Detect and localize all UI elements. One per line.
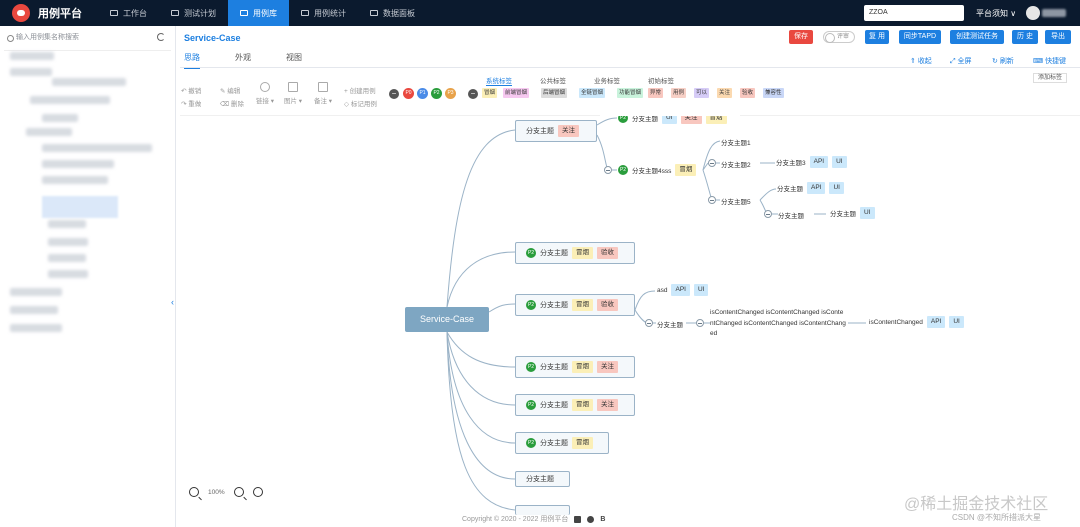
watermark: @稀土掘金技术社区 — [904, 496, 1049, 513]
node-label: 分支主题3 — [776, 160, 806, 167]
tag-accept: 验收 — [597, 247, 618, 259]
node-label: 分支主题 — [540, 440, 568, 447]
bilibili-icon[interactable]: B — [600, 516, 605, 523]
tag-ui: UI — [860, 207, 875, 219]
tag-smoke: 冒烟 — [572, 247, 593, 259]
connector — [446, 331, 516, 480]
zoom-out-icon[interactable] — [233, 487, 244, 497]
connector — [446, 251, 516, 308]
tag-api: API — [926, 316, 946, 328]
mindmap-node[interactable]: 分支主题 — [778, 210, 804, 220]
priority-p2-icon: P2 — [526, 362, 536, 372]
tag-smoke: 冒烟 — [572, 299, 593, 311]
node-label: 分支主题 — [526, 476, 554, 483]
home-icon[interactable] — [574, 515, 582, 523]
mindmap-node[interactable]: P2 分支主题 冒烟 验收 — [515, 242, 635, 264]
node-label: asd — [657, 286, 668, 294]
mindmap-node[interactable]: 分支主题3 API UI — [776, 156, 847, 168]
tag-smoke: 冒烟 — [675, 164, 697, 176]
node-label: 分支主题 — [830, 211, 856, 218]
mindmap-node[interactable]: 分支主题 — [515, 471, 570, 487]
mindmap-node[interactable]: 分支主题2 — [721, 159, 751, 169]
mindmap-node[interactable]: isContentChanged API UI — [869, 316, 964, 328]
tag-ui: UI — [832, 156, 847, 168]
tag-focus: 关注 — [597, 399, 618, 411]
mindmap-root-node[interactable]: Service-Case — [405, 307, 489, 332]
mindmap-node[interactable]: P2 分支主题 冒烟 验收 — [515, 294, 635, 316]
priority-p2-icon: P2 — [526, 400, 536, 410]
priority-p2-icon: P2 — [526, 248, 536, 258]
node-label: 分支主题 — [777, 186, 803, 193]
tag-api: API — [807, 182, 826, 194]
github-icon[interactable] — [587, 515, 595, 523]
node-label: 分支主题4sss — [632, 168, 672, 175]
footer: Copyright © 2020 - 2022 用例平台 B — [462, 514, 605, 524]
mindmap-node[interactable]: 分支主题 API UI — [777, 182, 844, 194]
mindmap-node[interactable]: 分支主题 UI — [830, 207, 875, 219]
mindmap-node[interactable]: P2 分支主题 冒烟 — [515, 432, 609, 454]
connector — [446, 331, 516, 444]
connector — [634, 290, 656, 311]
mindmap-node[interactable]: 分支主题 关注 — [515, 120, 597, 142]
mindmap-node[interactable]: 分支主题5 — [721, 196, 751, 206]
node-label: 分支主题 — [540, 302, 568, 309]
tag-smoke: 冒烟 — [572, 437, 593, 449]
connector — [446, 331, 516, 511]
connector — [596, 117, 618, 126]
connector — [759, 188, 777, 201]
mindmap-node[interactable]: isContentChanged isContentChanged isCont… — [710, 308, 846, 340]
tag-focus: 关注 — [558, 125, 579, 137]
tag-smoke: 冒烟 — [572, 399, 593, 411]
tag-accept: 验收 — [597, 299, 618, 311]
mindmap-node[interactable]: P2 分支主题 冒烟 关注 — [515, 356, 635, 378]
tag-api: API — [809, 156, 829, 168]
node-label: isContentChanged — [869, 318, 923, 326]
copyright-text: Copyright © 2020 - 2022 用例平台 — [462, 516, 569, 523]
zoom-in-icon[interactable] — [189, 487, 199, 497]
mindmap-node[interactable]: P2 分支主题 冒烟 关注 — [515, 394, 635, 416]
locate-center-icon[interactable] — [252, 487, 263, 497]
fold-toggle[interactable] — [696, 319, 704, 327]
priority-p2-icon: P2 — [526, 300, 536, 310]
clip-mask — [600, 105, 740, 116]
mindmap-node[interactable]: P2 分支主题4sss 冒烟 — [618, 164, 697, 176]
zoom-controls: 100% — [186, 487, 263, 497]
tag-ui: UI — [693, 284, 709, 296]
mindmap-node[interactable]: 分支主题1 — [721, 137, 751, 147]
tag-ui: UI — [829, 182, 844, 194]
fold-toggle[interactable] — [645, 319, 653, 327]
fold-toggle[interactable] — [604, 166, 612, 174]
node-label: 分支主题 — [540, 402, 568, 409]
watermark-sub: CSDN @不知所措派大星 — [952, 513, 1042, 522]
tag-smoke: 冒烟 — [572, 361, 593, 373]
tag-ui: UI — [949, 316, 964, 328]
connector — [488, 303, 516, 313]
connector — [446, 331, 516, 368]
mindmap-node[interactable]: asd API UI — [657, 284, 709, 296]
node-label: 分支主题 — [526, 128, 554, 135]
tag-focus: 关注 — [597, 361, 618, 373]
connector — [596, 134, 609, 171]
tag-api: API — [671, 284, 690, 296]
priority-p2-icon: P2 — [618, 165, 628, 175]
node-label: 分支主题 — [540, 250, 568, 257]
mindmap-node[interactable]: 分支主题 — [657, 319, 683, 329]
fold-toggle[interactable] — [764, 210, 772, 218]
connector — [446, 331, 516, 406]
priority-p2-icon: P2 — [526, 438, 536, 448]
zoom-level: 100% — [208, 488, 225, 496]
fold-toggle[interactable] — [708, 196, 716, 204]
node-label: 分支主题 — [540, 364, 568, 371]
fold-toggle[interactable] — [708, 159, 716, 167]
